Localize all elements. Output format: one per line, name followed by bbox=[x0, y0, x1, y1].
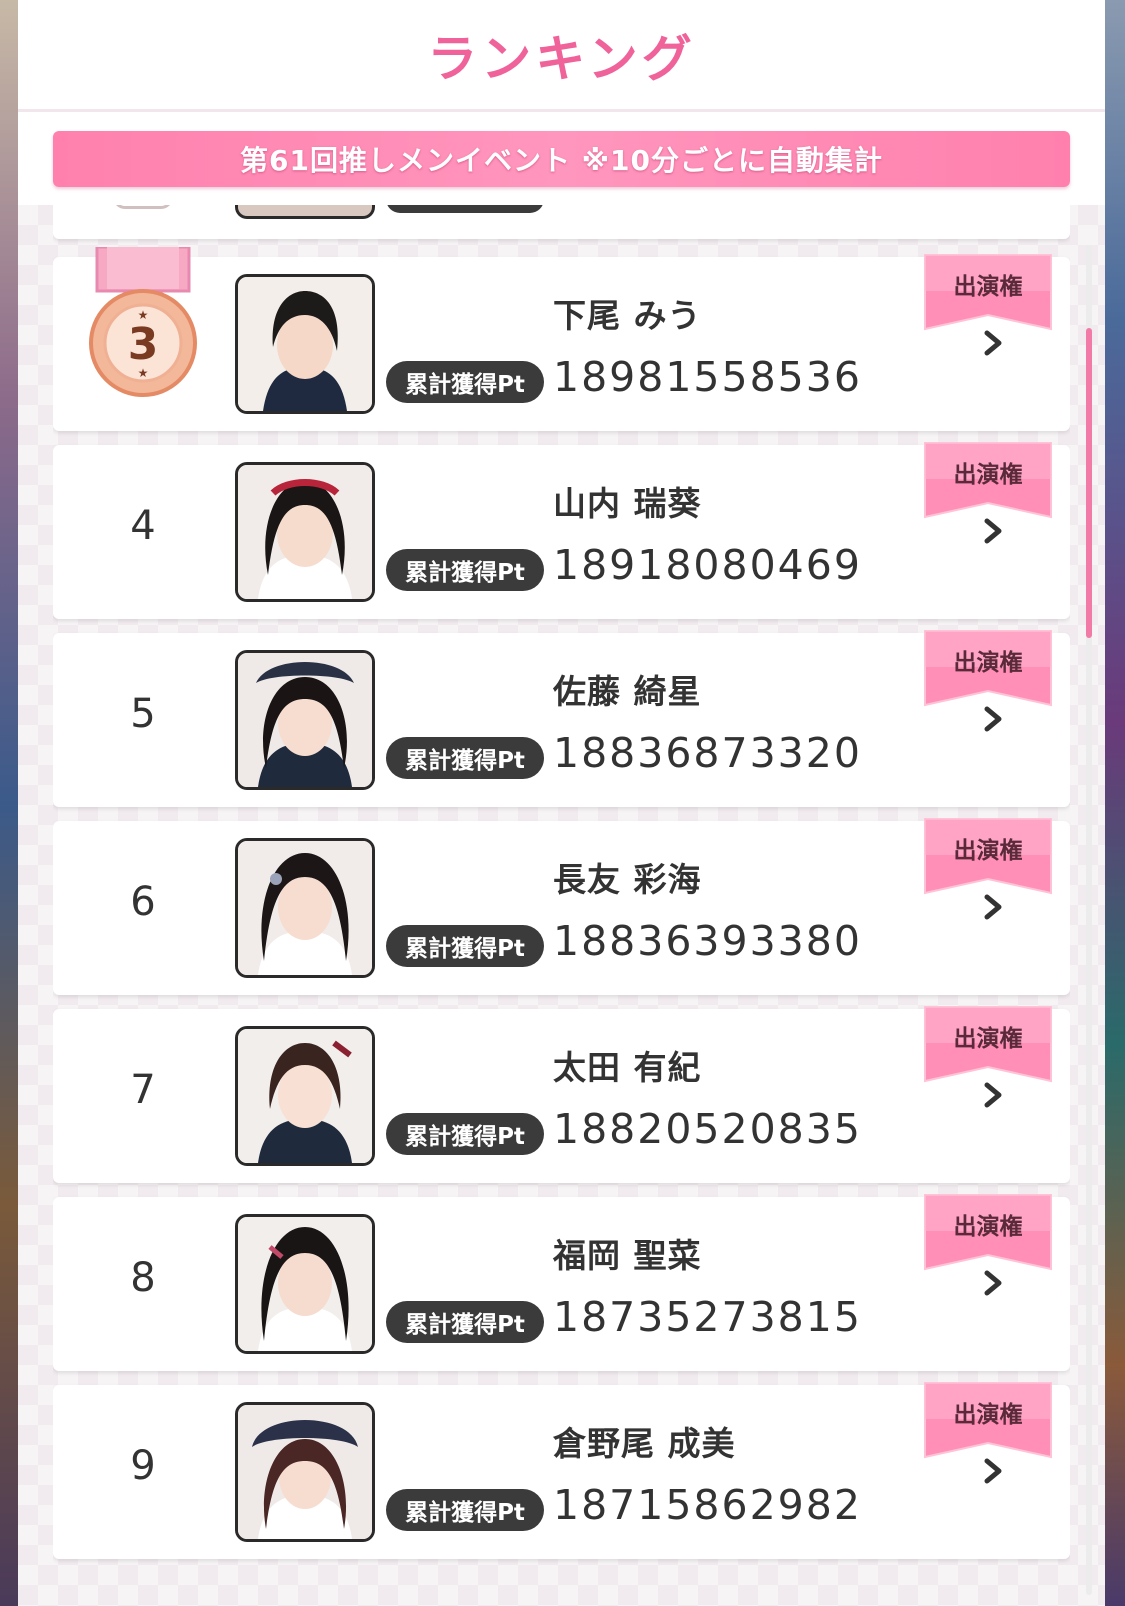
rank-number: 9 bbox=[130, 1443, 156, 1489]
points-value: 18981558536 bbox=[553, 353, 862, 401]
table-row[interactable]: 7 太田 有紀 累計獲得Pt 18820520835 出演権 bbox=[53, 1006, 1070, 1183]
points-label: 累計獲得Pt bbox=[386, 549, 544, 591]
ribbon-label: 出演権 bbox=[953, 1214, 1023, 1240]
avatar bbox=[235, 462, 375, 602]
member-name: 佐藤 綺星 bbox=[553, 672, 702, 711]
points-label: 累計獲得Pt bbox=[386, 737, 544, 779]
ranking-list[interactable]: 3 ★ ★ 下尾 みう 累計獲得Pt 18981558536 出演権 4 山内 … bbox=[53, 205, 1070, 1606]
medal-partial bbox=[113, 205, 173, 209]
ribbon-label: 出演権 bbox=[953, 650, 1023, 676]
avatar bbox=[235, 274, 375, 414]
points-value: 18735273815 bbox=[553, 1293, 862, 1341]
rank-number: 5 bbox=[130, 691, 156, 737]
member-name: 福岡 聖菜 bbox=[553, 1236, 702, 1275]
chevron-right-icon[interactable] bbox=[979, 329, 1007, 357]
member-name: 長友 彩海 bbox=[553, 860, 702, 899]
table-row[interactable]: 9 倉野尾 成美 累計獲得Pt 18715862982 出演権 bbox=[53, 1382, 1070, 1559]
background-left-edge bbox=[0, 0, 18, 1606]
ribbon-label: 出演権 bbox=[953, 1026, 1023, 1052]
member-name: 倉野尾 成美 bbox=[553, 1424, 736, 1463]
chevron-right-icon[interactable] bbox=[979, 1081, 1007, 1109]
points-label: 累計獲得Pt bbox=[386, 361, 544, 403]
pt-label-partial bbox=[386, 205, 544, 213]
table-row[interactable]: 8 福岡 聖菜 累計獲得Pt 18735273815 出演権 bbox=[53, 1194, 1070, 1371]
scrollbar-thumb[interactable] bbox=[1086, 328, 1092, 638]
points-label: 累計獲得Pt bbox=[386, 1489, 544, 1531]
rank-number: 6 bbox=[130, 879, 156, 925]
chevron-right-icon[interactable] bbox=[979, 517, 1007, 545]
points-value: 18836873320 bbox=[553, 729, 862, 777]
background-right-edge bbox=[1105, 0, 1125, 1606]
list-item-partial bbox=[53, 205, 1070, 239]
avatar bbox=[235, 1026, 375, 1166]
rank-number: 7 bbox=[130, 1067, 156, 1113]
table-row[interactable]: 4 山内 瑞葵 累計獲得Pt 18918080469 出演権 bbox=[53, 442, 1070, 619]
table-row[interactable]: 5 佐藤 綺星 累計獲得Pt 18836873320 出演権 bbox=[53, 630, 1070, 807]
bronze-medal-icon: 3 ★ ★ bbox=[89, 247, 197, 397]
member-name: 山内 瑞葵 bbox=[553, 484, 702, 523]
header: ランキング bbox=[18, 0, 1105, 112]
table-row[interactable]: 3 ★ ★ 下尾 みう 累計獲得Pt 18981558536 出演権 bbox=[53, 247, 1070, 431]
points-value: 18715862982 bbox=[553, 1481, 862, 1529]
rank-number: 8 bbox=[130, 1255, 156, 1301]
event-banner: 第61回推しメンイベント ※10分ごとに自動集計 bbox=[53, 131, 1070, 187]
avatar-partial bbox=[235, 205, 375, 219]
avatar bbox=[235, 1214, 375, 1354]
ribbon-label: 出演権 bbox=[953, 274, 1023, 300]
member-name: 太田 有紀 bbox=[553, 1048, 702, 1087]
table-row[interactable]: 6 長友 彩海 累計獲得Pt 18836393380 出演権 bbox=[53, 818, 1070, 995]
points-label: 累計獲得Pt bbox=[386, 925, 544, 967]
ranking-panel: ランキング 第61回推しメンイベント ※10分ごとに自動集計 3 ★ ★ 下尾 … bbox=[18, 0, 1105, 1606]
chevron-right-icon[interactable] bbox=[979, 893, 1007, 921]
chevron-right-icon[interactable] bbox=[979, 1269, 1007, 1297]
ribbon-label: 出演権 bbox=[953, 838, 1023, 864]
avatar bbox=[235, 650, 375, 790]
points-value: 18836393380 bbox=[553, 917, 862, 965]
ribbon-label: 出演権 bbox=[953, 1402, 1023, 1428]
points-label: 累計獲得Pt bbox=[386, 1301, 544, 1343]
svg-text:3: 3 bbox=[128, 319, 159, 370]
rank-number: 4 bbox=[130, 503, 156, 549]
event-banner-text: 第61回推しメンイベント ※10分ごとに自動集計 bbox=[240, 144, 883, 177]
chevron-right-icon[interactable] bbox=[979, 1457, 1007, 1485]
chevron-right-icon[interactable] bbox=[979, 705, 1007, 733]
svg-text:★: ★ bbox=[138, 366, 149, 380]
points-value: 18918080469 bbox=[553, 541, 862, 589]
page-title: ランキング bbox=[427, 29, 696, 88]
avatar bbox=[235, 1402, 375, 1542]
points-value: 18820520835 bbox=[553, 1105, 862, 1153]
avatar bbox=[235, 838, 375, 978]
points-label: 累計獲得Pt bbox=[386, 1113, 544, 1155]
ribbon-label: 出演権 bbox=[953, 462, 1023, 488]
svg-text:★: ★ bbox=[138, 308, 149, 322]
member-name: 下尾 みう bbox=[553, 296, 702, 335]
